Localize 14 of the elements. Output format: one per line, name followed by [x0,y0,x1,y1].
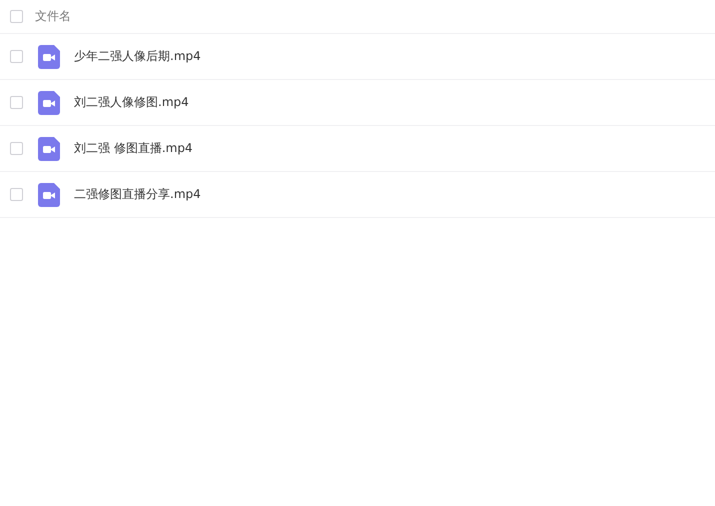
checkbox[interactable] [10,142,23,155]
file-name[interactable]: 刘二强 修图直播.mp4 [74,140,193,157]
checkbox[interactable] [10,188,23,201]
checkbox[interactable] [10,96,23,109]
file-name[interactable]: 刘二强人像修图.mp4 [74,94,189,111]
column-header: 文件名 [35,8,71,25]
checkbox[interactable] [10,10,23,23]
checkbox[interactable] [10,50,23,63]
video-file-icon [38,90,60,114]
file-name[interactable]: 少年二强人像后期.mp4 [74,48,201,65]
video-file-icon [38,136,60,160]
video-file-icon [38,44,60,68]
video-file-icon [38,182,60,206]
file-name[interactable]: 二强修图直播分享.mp4 [74,186,201,203]
